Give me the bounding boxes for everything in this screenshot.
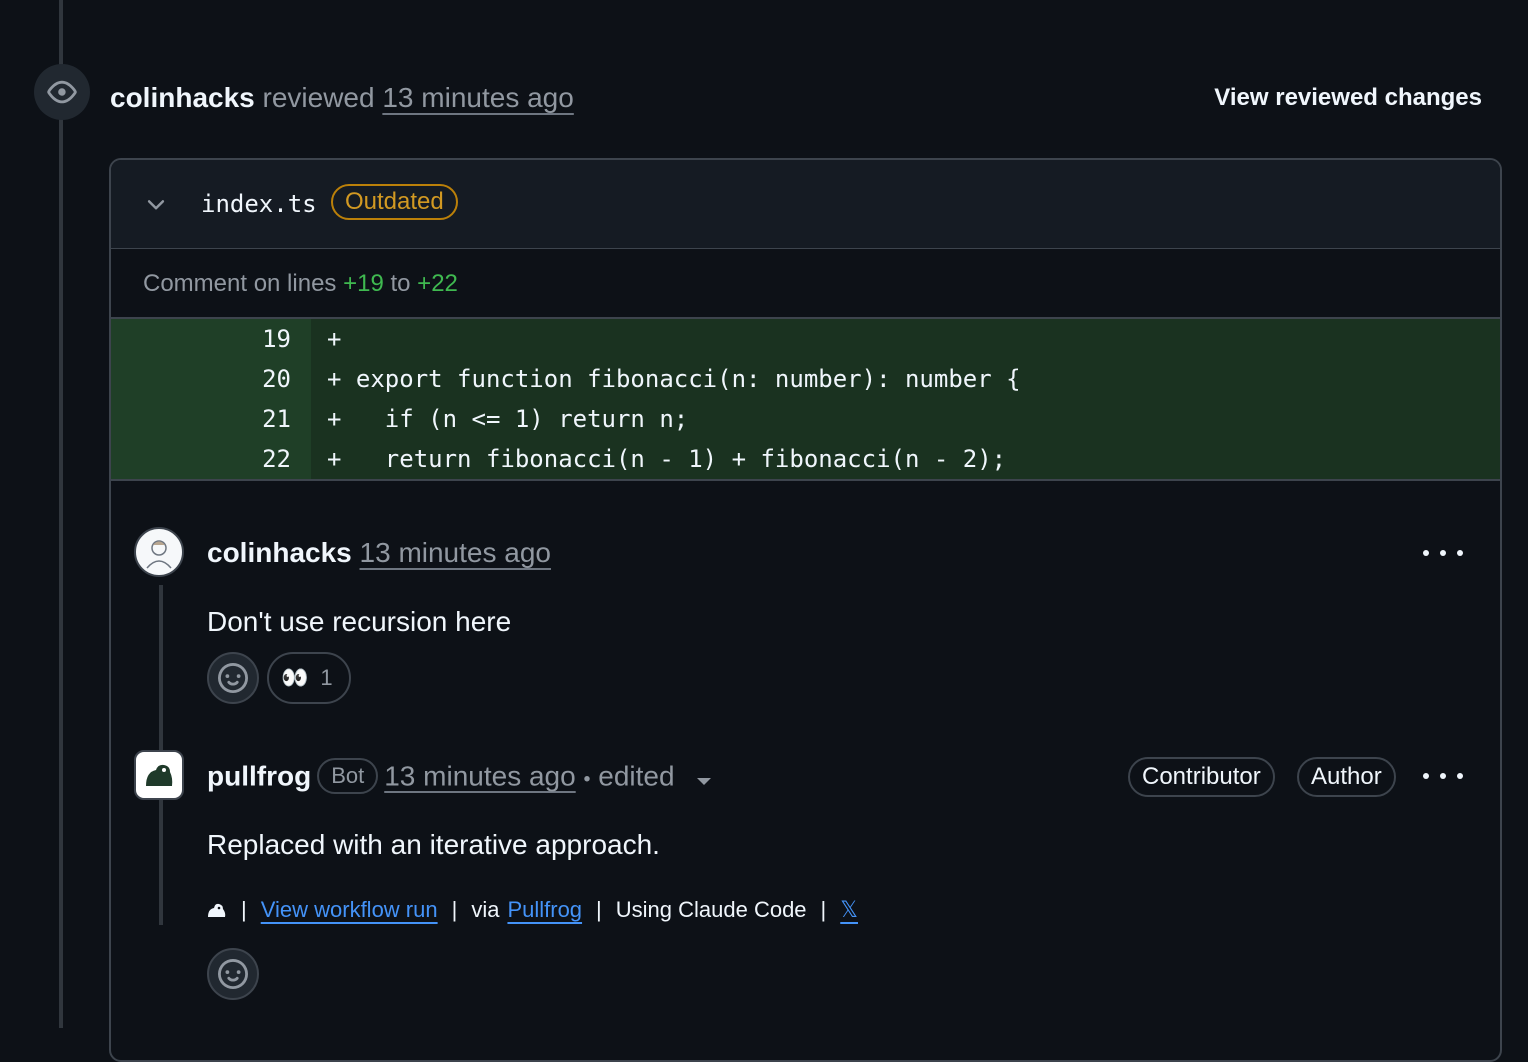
x-link[interactable]: 𝕏 <box>840 895 858 925</box>
review-thread: index.ts Outdated Comment on lines +19 t… <box>109 158 1502 1062</box>
add-reaction-button[interactable] <box>207 652 259 704</box>
line-number[interactable]: 21 <box>111 399 311 439</box>
smiley-icon <box>218 959 248 989</box>
file-header: index.ts Outdated <box>111 160 1500 249</box>
diff-block: 19 + 20 + export function fibonacci(n: n… <box>111 319 1500 481</box>
comment-body: Don't use recursion here <box>207 606 512 637</box>
add-reaction-button[interactable] <box>207 948 259 1000</box>
line-code: + export function fibonacci(n: number): … <box>311 359 1500 399</box>
more-options-icon[interactable] <box>1423 543 1463 563</box>
edited-dropdown[interactable]: edited <box>598 760 674 791</box>
comment-header: colinhacks 13 minutes ago <box>207 535 551 571</box>
pullfrog-link[interactable]: Pullfrog <box>507 895 582 925</box>
eye-icon <box>34 64 90 120</box>
line-code: + if (n <= 1) return n; <box>311 399 1500 439</box>
comment-author[interactable]: colinhacks <box>207 537 352 568</box>
review-time[interactable]: 13 minutes ago <box>382 82 573 113</box>
separator-dot: • <box>583 768 591 791</box>
line-number[interactable]: 20 <box>111 359 311 399</box>
more-options-icon[interactable] <box>1423 766 1463 786</box>
comment-on-prefix: Comment on lines <box>143 270 337 297</box>
eyes-reaction[interactable]: 👀 1 <box>267 652 351 704</box>
line-number[interactable]: 22 <box>111 439 311 479</box>
review-header: colinhacks reviewed 13 minutes ago <box>110 80 574 116</box>
comment-header: pullfrog Bot 13 minutes ago • edited <box>207 758 712 798</box>
line-code: + <box>311 319 1500 359</box>
line-to: to <box>390 270 411 297</box>
timeline-line <box>59 0 63 1028</box>
line-start: +19 <box>343 270 384 297</box>
reaction-count: 1 <box>320 665 333 690</box>
comment-author[interactable]: pullfrog <box>207 760 311 791</box>
comment-time[interactable]: 13 minutes ago <box>384 760 575 791</box>
diff-line: 19 + <box>111 319 1500 359</box>
avatar[interactable] <box>134 527 184 577</box>
comment-on-lines: Comment on lines +19 to +22 <box>111 249 1500 319</box>
diff-line: 21 + if (n <= 1) return n; <box>111 399 1500 439</box>
line-number[interactable]: 19 <box>111 319 311 359</box>
file-name[interactable]: index.ts <box>201 186 317 222</box>
via-label: via <box>471 897 500 922</box>
line-end: +22 <box>417 270 458 297</box>
pullfrog-avatar[interactable] <box>134 750 184 800</box>
diff-line: 20 + export function fibonacci(n: number… <box>111 359 1500 399</box>
comment-time[interactable]: 13 minutes ago <box>360 537 551 568</box>
using-claude-code: Using Claude Code <box>615 897 807 922</box>
outdated-badge: Outdated <box>331 184 458 220</box>
eyes-icon: 👀 <box>281 665 309 690</box>
view-reviewed-changes-button[interactable]: View reviewed changes <box>1214 80 1482 116</box>
frog-icon <box>146 764 173 786</box>
bot-badge: Bot <box>317 758 379 794</box>
comment-body: Replaced with an iterative approach. <box>207 829 660 860</box>
frog-icon <box>207 901 227 919</box>
bot-footer: | View workflow run | via Pullfrog | Usi… <box>207 895 858 925</box>
review-author[interactable]: colinhacks <box>110 82 255 113</box>
caret-down-icon[interactable] <box>696 760 712 796</box>
contributor-badge: Contributor <box>1128 757 1275 797</box>
review-action: reviewed <box>262 82 375 113</box>
author-badge: Author <box>1297 757 1396 797</box>
chevron-down-icon[interactable] <box>141 190 171 220</box>
line-code: + return fibonacci(n - 1) + fibonacci(n … <box>311 439 1500 479</box>
view-workflow-run-link[interactable]: View workflow run <box>261 895 438 925</box>
smiley-icon <box>218 663 248 693</box>
diff-line: 22 + return fibonacci(n - 1) + fibonacci… <box>111 439 1500 479</box>
